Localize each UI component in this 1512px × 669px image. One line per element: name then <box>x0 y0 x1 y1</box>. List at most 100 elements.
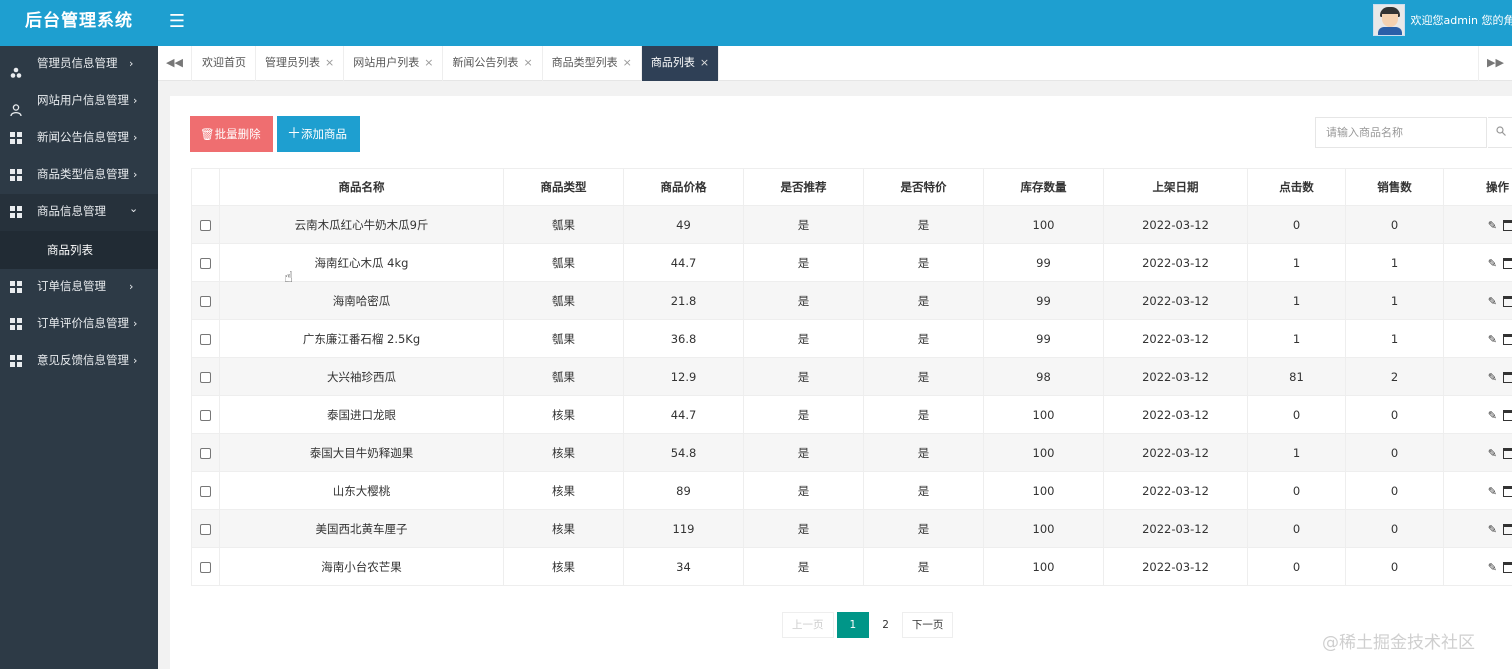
close-icon[interactable]: × <box>424 56 433 69</box>
product-table: 商品名称 商品类型 商品价格 是否推荐 是否特价 库存数量 上架日期 点击数 销… <box>191 168 1512 586</box>
page-button-1[interactable]: 1 <box>836 612 870 638</box>
close-icon[interactable]: × <box>523 56 532 69</box>
batch-delete-button[interactable]: 🗑批量删除 <box>190 116 273 152</box>
cell-actions: ✎ <box>1443 433 1512 472</box>
tab-product-list[interactable]: 商品列表 × <box>641 46 720 81</box>
tab-site-user-list[interactable]: 网站用户列表 × <box>344 46 444 81</box>
column-header-type[interactable]: 商品类型 <box>503 168 624 206</box>
watermark: @稀土掘金技术社区 <box>1322 633 1475 653</box>
sidebar-item-admin[interactable]: 管理员信息管理 › <box>0 46 158 83</box>
row-checkbox[interactable] <box>200 333 211 345</box>
next-page-button[interactable]: 下一页 <box>901 612 954 638</box>
user-icon <box>10 95 22 117</box>
delete-icon[interactable] <box>1503 371 1512 383</box>
column-header-recommended[interactable]: 是否推荐 <box>743 168 864 206</box>
sidebar-item-products[interactable]: 商品信息管理 ⌄ <box>0 194 158 231</box>
edit-icon[interactable]: ✎ <box>1488 371 1497 384</box>
tab-news-list[interactable]: 新闻公告列表 × <box>443 46 543 81</box>
delete-icon[interactable] <box>1503 523 1512 535</box>
cell-special: 是 <box>863 471 984 510</box>
close-icon[interactable]: × <box>325 56 334 69</box>
tab-product-type-list[interactable]: 商品类型列表 × <box>543 46 642 81</box>
row-checkbox[interactable] <box>200 295 211 307</box>
edit-icon[interactable]: ✎ <box>1488 447 1497 460</box>
avatar[interactable] <box>1373 4 1405 36</box>
search-icon[interactable] <box>1488 117 1512 148</box>
cell-name: 泰国大目牛奶释迦果 <box>219 433 504 472</box>
delete-icon[interactable] <box>1503 561 1512 573</box>
cell-select <box>191 433 220 472</box>
cell-actions: ✎ <box>1443 509 1512 548</box>
sidebar-item-site-users[interactable]: 网站用户信息管理 › <box>0 83 158 120</box>
sidebar-item-feedback[interactable]: 意见反馈信息管理 › <box>0 343 158 380</box>
search-input[interactable] <box>1315 117 1487 148</box>
row-checkbox[interactable] <box>200 485 211 497</box>
edit-icon[interactable]: ✎ <box>1488 561 1497 574</box>
cell-recommended: 是 <box>743 395 864 434</box>
tab-scroll-left-icon[interactable]: ◀◀ <box>158 46 192 81</box>
sidebar-subitem-product-list[interactable]: 商品列表 <box>0 231 158 269</box>
cell-select <box>191 281 220 320</box>
row-checkbox[interactable] <box>200 447 211 459</box>
edit-icon[interactable]: ✎ <box>1488 257 1497 270</box>
row-checkbox[interactable] <box>200 371 211 383</box>
sidebar-item-orders[interactable]: 订单信息管理 › <box>0 269 158 306</box>
tab-welcome[interactable]: 欢迎首页 <box>193 46 256 81</box>
delete-icon[interactable] <box>1503 485 1512 497</box>
cell-actions: ✎ <box>1443 205 1512 244</box>
close-icon[interactable]: × <box>700 56 709 69</box>
sidebar-item-order-reviews[interactable]: 订单评价信息管理 › <box>0 306 158 343</box>
delete-icon[interactable] <box>1503 333 1512 345</box>
delete-icon[interactable] <box>1503 295 1512 307</box>
edit-icon[interactable]: ✎ <box>1488 409 1497 422</box>
grid-icon <box>10 355 22 367</box>
edit-icon[interactable]: ✎ <box>1488 523 1497 536</box>
tab-label: 网站用户列表 <box>353 56 420 69</box>
row-checkbox[interactable] <box>200 257 211 269</box>
edit-icon[interactable]: ✎ <box>1488 219 1497 232</box>
edit-icon[interactable]: ✎ <box>1488 485 1497 498</box>
cell-type: 瓠果 <box>503 281 624 320</box>
delete-icon[interactable] <box>1503 257 1512 269</box>
cell-recommended: 是 <box>743 509 864 548</box>
cell-special: 是 <box>863 433 984 472</box>
close-icon[interactable]: × <box>623 56 632 69</box>
column-header-name[interactable]: 商品名称 <box>219 168 504 206</box>
table-row: 山东大樱桃 核果 89 是是 100 2022-03-12 0 0 ✎ <box>191 471 1512 510</box>
column-header-price[interactable]: 商品价格 <box>623 168 744 206</box>
row-checkbox[interactable] <box>200 561 211 573</box>
delete-icon[interactable] <box>1503 409 1512 421</box>
edit-icon[interactable]: ✎ <box>1488 333 1497 346</box>
cell-sales: 1 <box>1345 281 1444 320</box>
column-header-select <box>191 168 220 206</box>
column-header-clicks[interactable]: 点击数 <box>1247 168 1346 206</box>
sidebar-item-product-types[interactable]: 商品类型信息管理 › <box>0 157 158 194</box>
cell-date: 2022-03-12 <box>1103 319 1248 358</box>
hamburger-icon[interactable]: ☰ <box>166 0 188 46</box>
delete-icon[interactable] <box>1503 219 1512 231</box>
cell-stock: 100 <box>983 205 1104 244</box>
row-checkbox[interactable] <box>200 409 211 421</box>
delete-icon[interactable] <box>1503 447 1512 459</box>
chevron-right-icon: › <box>133 317 138 330</box>
column-header-stock[interactable]: 库存数量 <box>983 168 1104 206</box>
sidebar-item-news[interactable]: 新闻公告信息管理 › <box>0 120 158 157</box>
page-button-2[interactable]: 2 <box>872 612 899 638</box>
prev-page-button[interactable]: 上一页 <box>782 612 834 638</box>
sidebar-item-label: 网站用户信息管理 <box>37 93 129 107</box>
cell-actions: ✎ <box>1443 357 1512 396</box>
row-checkbox[interactable] <box>200 523 211 535</box>
column-header-sales[interactable]: 销售数 <box>1345 168 1444 206</box>
column-header-date[interactable]: 上架日期 <box>1103 168 1248 206</box>
tab-scroll-right-icon[interactable]: ▶▶ <box>1478 46 1512 81</box>
tab-admin-list[interactable]: 管理员列表 × <box>256 46 345 81</box>
add-product-button[interactable]: ＋添加商品 <box>277 116 360 152</box>
user-area[interactable]: 欢迎您admin 您的角 <box>1373 4 1512 38</box>
plus-icon: ＋ <box>287 126 301 142</box>
users-icon <box>10 58 22 78</box>
table-header-row: 商品名称 商品类型 商品价格 是否推荐 是否特价 库存数量 上架日期 点击数 销… <box>191 168 1512 206</box>
column-header-special[interactable]: 是否特价 <box>863 168 984 206</box>
edit-icon[interactable]: ✎ <box>1488 295 1497 308</box>
cell-clicks: 0 <box>1247 509 1346 548</box>
row-checkbox[interactable] <box>200 219 211 231</box>
